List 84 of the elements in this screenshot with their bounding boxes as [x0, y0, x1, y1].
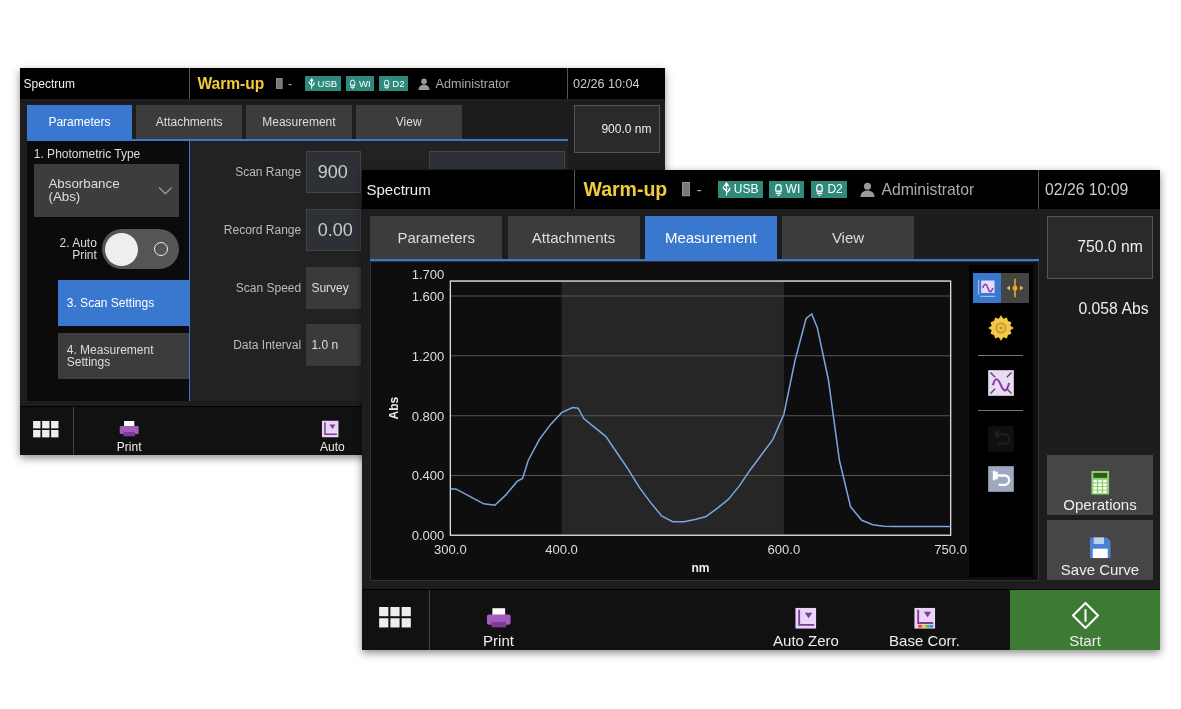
- field-label: Scan Speed: [234, 280, 302, 295]
- setting-label: 2. Auto Print: [59, 237, 97, 262]
- tab[interactable]: Parameters: [370, 215, 503, 260]
- lamp-icon: [349, 77, 357, 90]
- x-tick-label: 300.0: [433, 542, 467, 558]
- status-text: Warm-up: [197, 74, 265, 93]
- x-axis-label: nm: [691, 561, 710, 576]
- y-tick-label: 1.200: [411, 349, 445, 365]
- wavelength-display: 900.0 nm: [574, 104, 660, 154]
- indicator-label: D2: [392, 78, 405, 90]
- print-button[interactable]: Print: [93, 407, 166, 455]
- y-tick-label: 1.600: [411, 289, 445, 305]
- lamp-icon: [773, 182, 783, 197]
- indicator-label: WI: [785, 182, 801, 197]
- user-icon: [859, 182, 875, 197]
- tab[interactable]: View: [782, 215, 914, 260]
- y-tick-label: 0.000: [411, 528, 445, 544]
- user-name: Administrator: [881, 180, 975, 199]
- indicator-label: D2: [827, 182, 843, 197]
- absorbance-reading: 0.058 Abs: [1078, 299, 1150, 318]
- y-tick-label: 0.800: [411, 408, 445, 424]
- date-time: 02/26 10:09: [1037, 170, 1160, 209]
- tab[interactable]: Measurement: [644, 215, 777, 260]
- start-icon: [1071, 602, 1099, 630]
- indicator-label: USB: [733, 182, 759, 197]
- input-field[interactable]: 1.0 n: [306, 324, 362, 367]
- input-field[interactable]: Survey: [306, 266, 362, 309]
- printer-icon: [119, 420, 140, 438]
- baseline-correction-icon: [911, 606, 938, 630]
- lamp-status: -: [288, 76, 292, 91]
- usb-icon: [307, 77, 316, 90]
- lamp-icon: [815, 182, 825, 197]
- y-tick-label: 0.400: [411, 468, 445, 484]
- calculator-icon: [1088, 470, 1112, 496]
- x-tick-label: 750.0: [934, 542, 967, 558]
- status-text: Warm-up: [583, 178, 668, 201]
- start-button[interactable]: Start: [1010, 590, 1160, 650]
- x-tick-label: 600.0: [767, 542, 800, 558]
- tab[interactable]: Measurement: [246, 104, 352, 140]
- usb-icon: [721, 182, 731, 197]
- x-tick-label: 400.0: [544, 542, 578, 558]
- y-tick-label: 1.700: [411, 267, 445, 283]
- wavelength-display: 750.0 nm: [1046, 215, 1154, 280]
- user-icon: [418, 77, 431, 90]
- tab[interactable]: Parameters: [26, 104, 133, 140]
- auto-zero-icon: [793, 606, 819, 630]
- tab[interactable]: View: [355, 104, 462, 140]
- cursor-mode-button[interactable]: [1000, 272, 1029, 304]
- printer-icon: [485, 606, 512, 630]
- save-curve-button[interactable]: Save Curve: [1046, 520, 1154, 580]
- auto-zero-button[interactable]: Auto: [320, 407, 349, 455]
- settings-nav-item[interactable]: 4. Measurement Settings: [58, 332, 189, 379]
- window-title: Spectrum: [22, 76, 76, 91]
- field-label: Data Interval: [232, 338, 302, 353]
- field-label: Record Range: [222, 223, 302, 237]
- input-field[interactable]: 0.00: [306, 208, 361, 252]
- auto-zero-button[interactable]: Auto Zero: [761, 590, 851, 650]
- tab[interactable]: Attachments: [507, 215, 640, 260]
- toggle-switch[interactable]: [101, 229, 179, 270]
- tab[interactable]: Attachments: [136, 104, 242, 140]
- lamp-icon: [382, 77, 390, 90]
- date-time: 02/26 10:04: [567, 68, 665, 100]
- operations-button[interactable]: Operations: [1046, 454, 1154, 515]
- lamp-status: -: [696, 181, 702, 198]
- baseline-correction-button[interactable]: Base Corr.: [876, 590, 973, 650]
- field-label: Scan Range: [234, 165, 302, 180]
- dropdown[interactable]: Absorbance (Abs): [33, 164, 179, 218]
- window-title: Spectrum: [365, 181, 432, 198]
- settings-nav-item[interactable]: 3. Scan Settings: [58, 280, 189, 326]
- print-button[interactable]: Print: [453, 590, 544, 650]
- grid-icon: [378, 606, 412, 630]
- auto-zero-icon: [320, 420, 341, 438]
- grid-icon: [33, 420, 60, 439]
- y-axis-label: Abs: [386, 397, 401, 420]
- graph-scale-mode-button[interactable]: [972, 272, 1001, 304]
- chevron-icon: [157, 186, 173, 196]
- indicator-label: USB: [317, 78, 338, 90]
- input-field[interactable]: 900: [306, 150, 361, 194]
- setting-label: 1. Photometric Type: [33, 147, 142, 162]
- indicator-label: WI: [358, 78, 371, 90]
- input-field[interactable]: [429, 150, 565, 169]
- lamp-status-icon: [276, 77, 283, 90]
- user-name: Administrator: [435, 76, 510, 91]
- lamp-status-icon: [681, 182, 691, 197]
